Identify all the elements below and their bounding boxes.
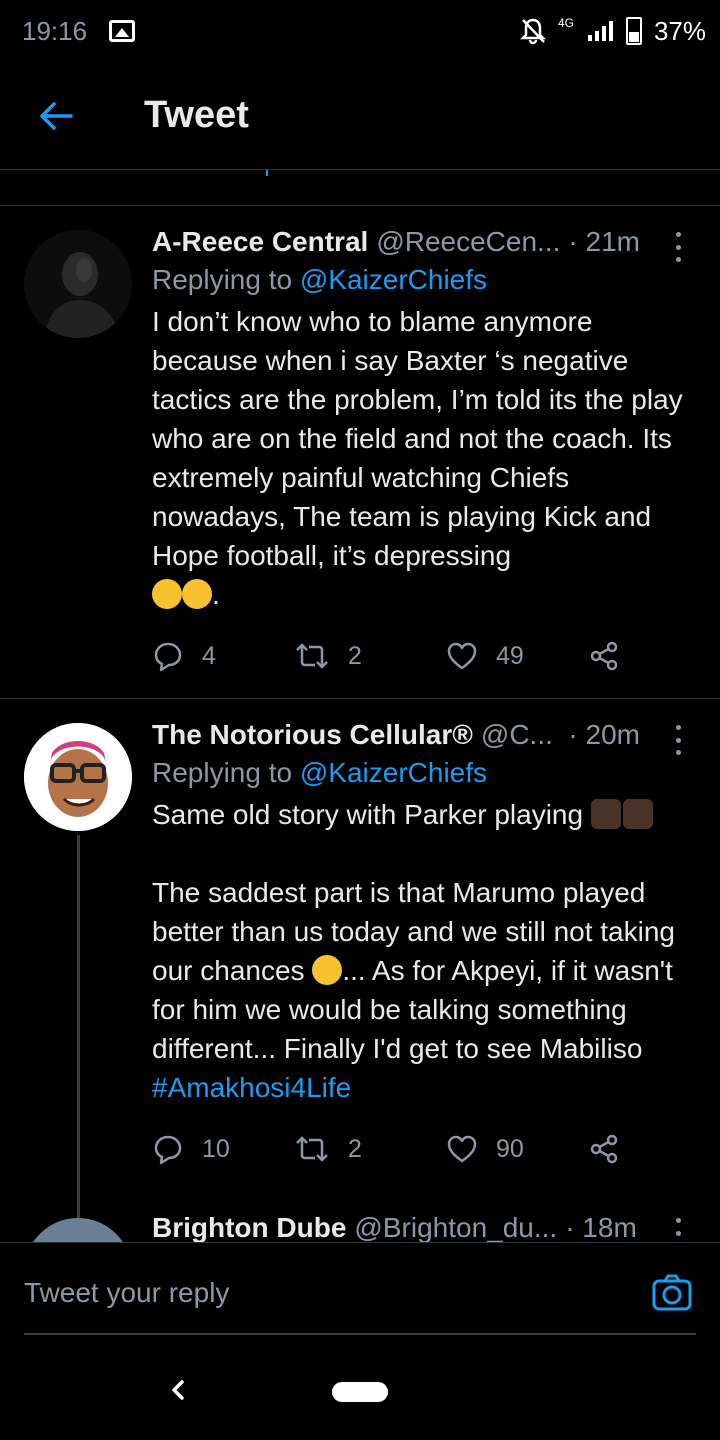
share-icon xyxy=(590,641,618,671)
comment-icon xyxy=(154,1135,182,1165)
reply-composer: Tweet your reply xyxy=(0,1242,720,1342)
nav-back-button[interactable] xyxy=(168,1376,188,1412)
display-name[interactable]: A-Reece Central xyxy=(152,226,368,258)
status-time: 19:16 xyxy=(22,15,88,46)
retweet-button[interactable]: 2 xyxy=(294,642,436,671)
more-options-button[interactable] xyxy=(666,725,690,755)
previous-tweet-stub xyxy=(0,170,720,206)
like-button[interactable]: 90 xyxy=(446,1134,588,1164)
signal-icon xyxy=(587,21,613,41)
tweet-text-main: I don’t know who to blame anymore becaus… xyxy=(152,306,691,571)
dot-icon xyxy=(675,1218,681,1223)
retweet-count: 2 xyxy=(348,641,362,670)
avatar[interactable] xyxy=(24,723,132,831)
heart-icon xyxy=(447,1135,477,1163)
comment-icon xyxy=(154,642,182,672)
reply-button[interactable]: 4 xyxy=(152,640,294,672)
timestamp[interactable]: · 21m xyxy=(568,226,640,258)
heart-icon xyxy=(447,642,477,670)
retweet-button[interactable]: 2 xyxy=(294,1135,436,1164)
share-icon xyxy=(590,1134,618,1164)
system-nav-bar xyxy=(0,1344,720,1440)
tweet-reply[interactable]: Brighton Dube @Brighton_du... · 18m xyxy=(0,1212,720,1242)
mute-icon xyxy=(519,18,546,45)
home-pill[interactable] xyxy=(332,1382,388,1402)
back-button[interactable] xyxy=(0,62,112,170)
tweet-header: Brighton Dube @Brighton_du... · 18m xyxy=(152,1212,690,1242)
like-button[interactable]: 49 xyxy=(446,641,588,671)
like-count: 49 xyxy=(496,641,524,670)
dot-icon xyxy=(675,737,681,743)
dot-icon xyxy=(675,232,681,237)
avatar-image xyxy=(24,723,132,831)
replying-to-label: Replying to xyxy=(152,264,293,295)
tweet-text: I don’t know who to blame anymore becaus… xyxy=(152,302,690,614)
shrug-emoji-icon xyxy=(622,799,653,829)
replying-to: Replying to @KaizerChiefs xyxy=(152,264,690,296)
thread-connector xyxy=(266,170,268,176)
tweet-text-end: . xyxy=(212,579,220,610)
top-app-bar: Tweet xyxy=(0,62,720,170)
arrow-left-icon xyxy=(40,101,73,130)
tweet-header: The Notorious Cellular® @C... · 20m xyxy=(152,719,690,751)
network-type: 4G xyxy=(557,16,574,30)
avatar[interactable] xyxy=(24,1218,132,1242)
dot-icon xyxy=(675,750,681,755)
share-button[interactable] xyxy=(588,1133,628,1165)
mention-link[interactable]: @KaizerChiefs xyxy=(300,757,487,788)
retweet-icon xyxy=(296,643,328,669)
chevron-left-icon xyxy=(172,1380,184,1400)
display-name[interactable]: The Notorious Cellular® xyxy=(152,719,473,751)
replying-to: Replying to @KaizerChiefs xyxy=(152,757,690,789)
username[interactable]: @Brighton_du... xyxy=(354,1212,557,1242)
dot-icon xyxy=(675,1230,681,1236)
username[interactable]: @ReeceCen... xyxy=(376,226,560,258)
hashtag-link[interactable]: #Amakhosi4Life xyxy=(152,1072,351,1103)
tweet-actions: 10 2 90 xyxy=(152,1129,690,1169)
display-name[interactable]: Brighton Dube xyxy=(152,1212,346,1242)
timestamp[interactable]: · 18m xyxy=(565,1212,637,1242)
tweet-text-line1: Same old story with Parker playing xyxy=(152,799,584,830)
crying-emoji-icon xyxy=(182,579,212,609)
like-count: 90 xyxy=(496,1134,524,1163)
smirk-emoji-icon xyxy=(312,955,343,985)
page-title: Tweet xyxy=(144,94,249,136)
image-notification-icon xyxy=(109,20,136,42)
dot-icon xyxy=(675,725,681,730)
more-options-button[interactable] xyxy=(666,232,690,262)
username[interactable]: @C... xyxy=(481,719,553,751)
crying-emoji-icon xyxy=(152,579,182,609)
reply-count: 4 xyxy=(202,641,216,670)
facepalm-emoji-icon xyxy=(590,799,621,829)
tweet-text: Same old story with Parker playing The s… xyxy=(152,795,690,1107)
retweet-icon xyxy=(296,1136,328,1162)
status-icons: 4G 37% xyxy=(519,15,706,47)
battery-icon xyxy=(625,17,642,45)
reply-count: 10 xyxy=(202,1134,230,1163)
timestamp[interactable]: · 20m xyxy=(568,719,640,751)
reply-input[interactable]: Tweet your reply xyxy=(24,1277,229,1309)
avatar[interactable] xyxy=(24,230,132,338)
thread-line xyxy=(77,835,80,1219)
reply-button[interactable]: 10 xyxy=(152,1133,294,1165)
mention-link[interactable]: @KaizerChiefs xyxy=(300,264,487,295)
dot-icon xyxy=(675,257,681,262)
retweet-count: 2 xyxy=(348,1134,362,1163)
more-options-button[interactable] xyxy=(666,1218,690,1242)
dot-icon xyxy=(675,244,681,250)
status-bar: 19:16 4G 37% xyxy=(0,0,720,62)
tweet-reply[interactable]: The Notorious Cellular® @C... · 20m Repl… xyxy=(0,699,720,1219)
tweet-actions: 4 2 49 xyxy=(152,636,690,676)
tweet-header: A-Reece Central @ReeceCen... · 21m xyxy=(152,226,690,258)
battery-percent: 37% xyxy=(653,15,706,46)
replying-to-label: Replying to xyxy=(152,757,293,788)
share-button[interactable] xyxy=(588,640,628,672)
camera-icon[interactable] xyxy=(652,1273,692,1313)
input-underline xyxy=(24,1333,696,1335)
tweet-reply[interactable]: A-Reece Central @ReeceCen... · 21m Reply… xyxy=(0,206,720,698)
avatar-image xyxy=(24,230,132,338)
